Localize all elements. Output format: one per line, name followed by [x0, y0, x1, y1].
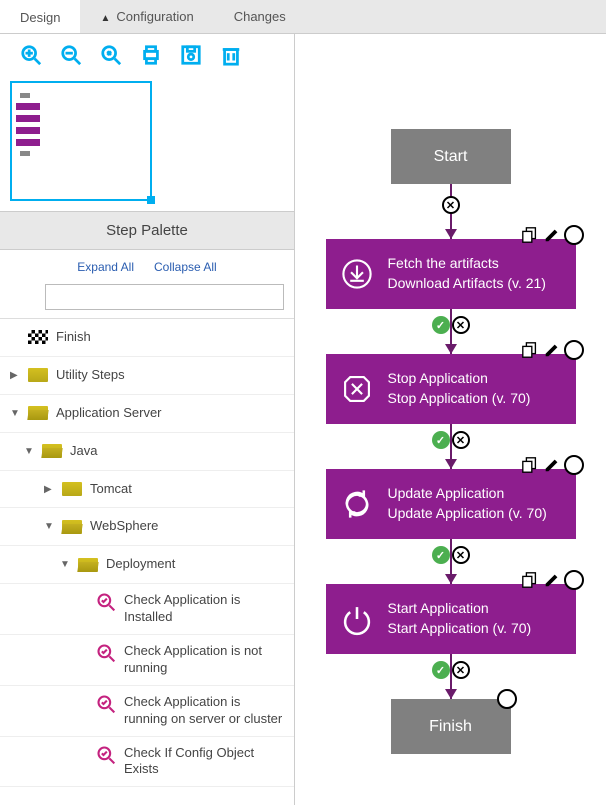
edge-cancel-icon[interactable]: ✕	[442, 196, 460, 214]
edge-cancel-icon[interactable]: ✕	[452, 661, 470, 679]
tree-websphere[interactable]: ▼ WebSphere	[0, 508, 294, 546]
folder-icon	[62, 482, 82, 496]
chevron-down-icon: ▼	[10, 408, 20, 419]
copy-step-icon[interactable]	[520, 340, 540, 360]
folder-open-icon	[28, 406, 48, 420]
save-icon[interactable]	[180, 44, 202, 66]
tree-finish[interactable]: Finish	[0, 319, 294, 357]
zoom-out-icon[interactable]	[60, 44, 82, 66]
folder-icon	[28, 368, 48, 382]
magnify-check-icon	[96, 694, 116, 714]
edge-success-icon[interactable]: ✓	[432, 661, 450, 679]
step-start-application[interactable]: Start ApplicationStart Application (v. 7…	[326, 584, 576, 654]
palette-header: Step Palette	[0, 211, 294, 250]
tab-bar: Design Configuration Changes	[0, 0, 606, 34]
edit-step-icon[interactable]	[542, 340, 562, 360]
zoom-in-icon[interactable]	[20, 44, 42, 66]
finish-flag-icon	[28, 330, 48, 344]
finish-node[interactable]: Finish ✕	[391, 699, 511, 754]
chevron-right-icon: ▶	[44, 484, 54, 495]
delete-step-icon[interactable]: ✕	[564, 455, 584, 475]
tree-java[interactable]: ▼ Java	[0, 433, 294, 471]
download-icon	[340, 257, 374, 291]
delete-step-icon[interactable]: ✕	[564, 340, 584, 360]
edit-step-icon[interactable]	[542, 225, 562, 245]
power-icon	[340, 602, 374, 636]
step-fetch-artifacts[interactable]: Fetch the artifactsDownload Artifacts (v…	[326, 239, 576, 309]
refresh-icon	[340, 487, 374, 521]
left-panel: Step Palette Expand All Collapse All Fin…	[0, 34, 295, 805]
folder-open-icon	[62, 520, 82, 534]
palette-search-input[interactable]	[45, 284, 284, 310]
tree-check-running[interactable]: Check Application is running on server o…	[0, 686, 294, 737]
copy-step-icon[interactable]	[520, 225, 540, 245]
expand-all-link[interactable]: Expand All	[77, 260, 134, 274]
tree-check-installed[interactable]: Check Application is Installed	[0, 584, 294, 635]
tree-utility-steps[interactable]: ▶ Utility Steps	[0, 357, 294, 395]
copy-step-icon[interactable]	[520, 570, 540, 590]
flow-canvas[interactable]: Start ✕ Fetch the artifactsDownload Arti…	[295, 34, 606, 805]
edge-success-icon[interactable]: ✓	[432, 431, 450, 449]
chevron-right-icon: ▶	[10, 370, 20, 381]
edge-success-icon[interactable]: ✓	[432, 316, 450, 334]
tab-design[interactable]: Design	[0, 0, 80, 33]
delete-icon[interactable]	[220, 44, 242, 66]
chevron-down-icon: ▼	[44, 521, 54, 532]
chevron-down-icon: ▼	[60, 559, 70, 570]
print-icon[interactable]	[140, 44, 162, 66]
minimap[interactable]	[10, 81, 152, 201]
tree-deployment[interactable]: ▼ Deployment	[0, 546, 294, 584]
folder-open-icon	[78, 558, 98, 572]
edge-cancel-icon[interactable]: ✕	[452, 546, 470, 564]
chevron-down-icon: ▼	[24, 446, 34, 457]
tree-tomcat[interactable]: ▶ Tomcat	[0, 471, 294, 509]
zoom-reset-icon[interactable]	[100, 44, 122, 66]
tree-check-not-running[interactable]: Check Application is not running	[0, 635, 294, 686]
edit-step-icon[interactable]	[542, 570, 562, 590]
folder-open-icon	[42, 444, 62, 458]
tab-configuration[interactable]: Configuration	[80, 0, 213, 33]
copy-step-icon[interactable]	[520, 455, 540, 475]
tab-changes[interactable]: Changes	[214, 0, 306, 33]
canvas-toolbar	[0, 34, 294, 76]
brush-icon	[100, 9, 110, 24]
start-node[interactable]: Start	[391, 129, 511, 184]
magnify-check-icon	[96, 592, 116, 612]
edge-cancel-icon[interactable]: ✕	[452, 316, 470, 334]
tree-application-server[interactable]: ▼ Application Server	[0, 395, 294, 433]
edit-step-icon[interactable]	[542, 455, 562, 475]
stop-icon	[340, 372, 374, 406]
tree-check-config[interactable]: Check If Config Object Exists	[0, 737, 294, 788]
collapse-all-link[interactable]: Collapse All	[154, 260, 217, 274]
step-stop-application[interactable]: Stop ApplicationStop Application (v. 70)…	[326, 354, 576, 424]
edge-cancel-icon[interactable]: ✕	[452, 431, 470, 449]
magnify-check-icon	[96, 745, 116, 765]
edge-success-icon[interactable]: ✓	[432, 546, 450, 564]
delete-step-icon[interactable]: ✕	[497, 689, 517, 709]
palette-tree[interactable]: Finish ▶ Utility Steps ▼ Application Ser…	[0, 318, 294, 805]
step-update-application[interactable]: Update ApplicationUpdate Application (v.…	[326, 469, 576, 539]
minimap-resize-handle[interactable]	[147, 196, 155, 204]
delete-step-icon[interactable]: ✕	[564, 570, 584, 590]
magnify-check-icon	[96, 643, 116, 663]
delete-step-icon[interactable]: ✕	[564, 225, 584, 245]
